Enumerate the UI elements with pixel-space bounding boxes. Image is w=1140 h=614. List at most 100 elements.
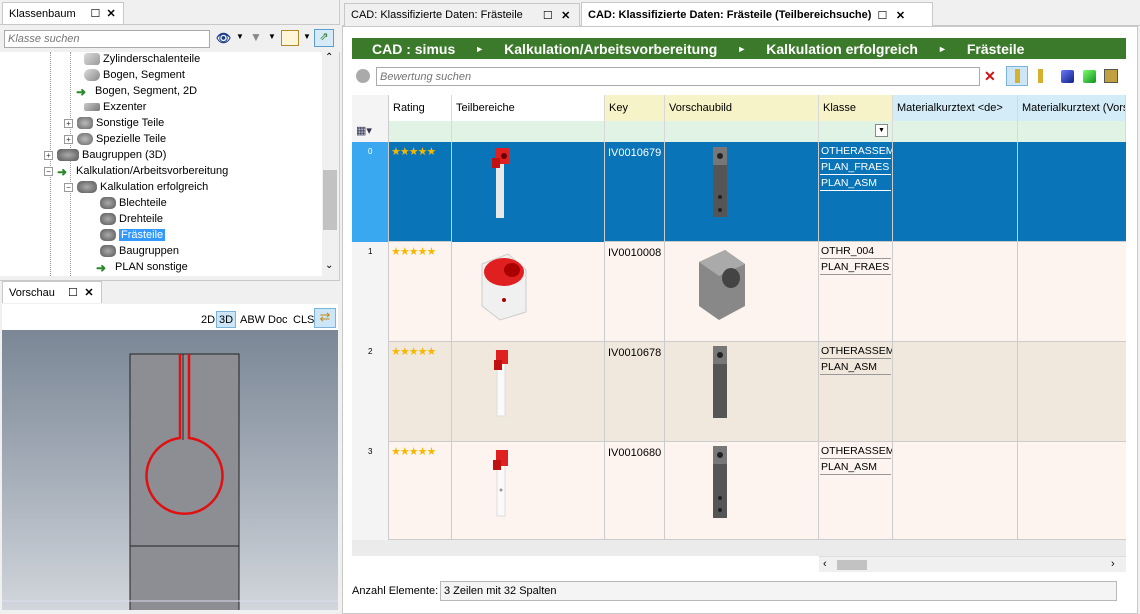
tree-scrollbar[interactable]: ⌃ ⌄ — [322, 52, 338, 276]
rating-icon[interactable] — [356, 69, 370, 83]
rating-cell[interactable]: ★★★★★ — [389, 442, 452, 540]
breadcrumb-item[interactable]: Kalkulation erfolgreich — [746, 41, 938, 57]
tree-item-bogen-segment-2d[interactable]: ➜ Bogen, Segment, 2D — [76, 83, 197, 99]
filter-cell[interactable] — [893, 121, 1018, 142]
tree-item-zylinderschalenteile[interactable]: Zylinderschalenteile — [84, 52, 200, 67]
preview-3d-viewport[interactable] — [2, 330, 338, 614]
scrollbar-thumb[interactable] — [837, 560, 867, 570]
list-view-icon[interactable] — [281, 30, 299, 46]
chevron-down-icon[interactable]: ▼ — [303, 32, 311, 41]
maximize-icon[interactable]: ☐ — [90, 7, 102, 21]
green-square-icon[interactable] — [1083, 70, 1096, 83]
grid-horizontal-scrollbar[interactable]: ‹ › — [819, 556, 1126, 572]
tab-vorschau[interactable]: Vorschau ☐ ✕ — [2, 281, 102, 303]
dropdown-icon[interactable]: ▼ — [875, 124, 888, 137]
key-cell[interactable]: IV0010008 — [605, 242, 665, 342]
scroll-down-icon[interactable]: ⌄ — [325, 260, 333, 271]
filter-icon[interactable]: ▼ — [250, 30, 262, 44]
column-select-icon[interactable] — [1006, 66, 1028, 86]
clear-filter-icon[interactable]: ✕ — [984, 68, 1000, 84]
preview-doc-button[interactable]: Doc — [266, 311, 290, 328]
rating-cell[interactable]: ★★★★★ — [389, 342, 452, 442]
tree-item-spezielle-teile[interactable]: + Spezielle Teile — [64, 131, 166, 147]
tab-fraesteile[interactable]: CAD: Klassifizierte Daten: Frästeile ☐ ✕ — [344, 3, 580, 26]
materialkurztext-cell[interactable] — [893, 442, 1018, 540]
tree-item-plan-sonstige[interactable]: ➜ PLAN sonstige — [96, 259, 188, 275]
column-header-rating[interactable]: Rating — [389, 95, 452, 121]
tree-item-baugruppen-3d[interactable]: + Baugruppen (3D) — [44, 147, 166, 163]
filter-cell[interactable] — [605, 121, 665, 142]
preview-3d-button[interactable]: 3D — [216, 311, 237, 328]
maximize-icon[interactable]: ☐ — [541, 8, 555, 22]
chevron-down-icon[interactable]: ▼ — [236, 32, 244, 41]
tree-item-bogen-segment[interactable]: Bogen, Segment — [84, 67, 185, 83]
key-cell[interactable]: IV0010680 — [605, 442, 665, 540]
klasse-cell[interactable]: OTHR_004 PLAN_FRAES — [819, 242, 893, 342]
tab-fraesteile-teilbereichsuche[interactable]: CAD: Klassifizierte Daten: Frästeile (Te… — [581, 2, 933, 27]
tree-item-baugruppen[interactable]: Baugruppen — [100, 243, 179, 259]
table-row[interactable]: 1 ★★★★★ IV0010008 OTHR_004 PLAN_FRAES — [352, 242, 1126, 342]
filter-cell[interactable]: ▼ — [819, 121, 893, 142]
tree-item-kalkulation-arbeitsvorbereitung[interactable]: − ➜ Kalkulation/Arbeitsvorbereitung — [44, 163, 228, 179]
maximize-icon[interactable]: ☐ — [67, 286, 79, 300]
tree-item-fraesteile[interactable]: Frästeile — [100, 227, 166, 243]
filter-cell[interactable] — [452, 121, 605, 142]
preview-sync-icon[interactable]: ⇄ — [314, 308, 336, 328]
materialkurztext-vors-cell[interactable] — [1018, 142, 1126, 242]
key-cell[interactable]: IV0010678 — [605, 342, 665, 442]
scrollbar-thumb[interactable] — [323, 170, 337, 230]
rating-search-input[interactable] — [376, 67, 980, 86]
filter-cell[interactable] — [665, 121, 819, 142]
filter-cell[interactable] — [1018, 121, 1126, 142]
export-icon[interactable] — [1104, 69, 1118, 83]
blue-square-icon[interactable] — [1061, 70, 1074, 83]
scroll-left-icon[interactable]: ‹ — [823, 558, 827, 570]
tree-item-sonstige-teile[interactable]: + Sonstige Teile — [64, 115, 164, 131]
table-row[interactable]: 0 ★★★★★ IV0010679 OTHERASSEM PLAN_FRAES … — [352, 142, 1126, 242]
materialkurztext-cell[interactable] — [893, 242, 1018, 342]
column-header-materialkurztext-de[interactable]: Materialkurztext <de> — [893, 95, 1018, 121]
close-icon[interactable]: ✕ — [105, 7, 117, 21]
pin-icon[interactable]: ⇗ — [314, 29, 334, 47]
maximize-icon[interactable]: ☐ — [875, 8, 889, 22]
tree-item-kalkulation-erfolgreich[interactable]: − Kalkulation erfolgreich — [64, 179, 208, 195]
materialkurztext-cell[interactable] — [893, 342, 1018, 442]
preview-2d-button[interactable]: 2D — [199, 311, 217, 328]
column-header-teilbereiche[interactable]: Teilbereiche — [452, 95, 605, 121]
key-cell[interactable]: IV0010679 — [605, 142, 665, 242]
column-header-key[interactable]: Key — [605, 95, 665, 121]
table-row[interactable]: 2 ★★★★★ IV0010678 OTHERASSEM PLAN_ASM — [352, 342, 1126, 442]
scroll-right-icon[interactable]: › — [1111, 558, 1115, 570]
preview-cls-button[interactable]: CLS — [291, 311, 316, 328]
expand-icon[interactable]: + — [44, 150, 53, 160]
column-header-klasse[interactable]: Klasse — [819, 95, 893, 121]
close-icon[interactable]: ✕ — [559, 8, 573, 22]
klasse-cell[interactable]: OTHERASSEM PLAN_FRAES PLAN_ASM — [819, 142, 893, 242]
rating-cell[interactable]: ★★★★★ — [389, 142, 452, 242]
grid-settings-icon[interactable]: ▦▾ — [356, 124, 372, 137]
close-icon[interactable]: ✕ — [83, 286, 95, 300]
class-search-input[interactable] — [4, 30, 210, 48]
materialkurztext-cell[interactable] — [893, 142, 1018, 242]
table-row[interactable]: 3 ★★★★★ IV0010680 OTHERASSEM PLAN_ASM — [352, 442, 1126, 540]
klasse-cell[interactable]: OTHERASSEM PLAN_ASM — [819, 442, 893, 540]
column-header-materialkurztext-vors[interactable]: Materialkurztext (Vors — [1018, 95, 1126, 121]
klasse-cell[interactable]: OTHERASSEM PLAN_ASM — [819, 342, 893, 442]
materialkurztext-vors-cell[interactable] — [1018, 342, 1126, 442]
tree-item-blechteile[interactable]: Blechteile — [100, 195, 167, 211]
collapse-icon[interactable]: − — [64, 182, 73, 192]
collapse-icon[interactable]: − — [44, 166, 53, 176]
expand-icon[interactable]: + — [64, 118, 73, 128]
column-resize-icon[interactable] — [1033, 68, 1049, 84]
rating-cell[interactable]: ★★★★★ — [389, 242, 452, 342]
breadcrumb-item[interactable]: CAD : simus — [352, 41, 475, 57]
tab-klassenbaum[interactable]: Klassenbaum ☐ ✕ — [2, 2, 124, 24]
chevron-down-icon[interactable]: ▼ — [268, 32, 276, 41]
column-header-vorschaubild[interactable]: Vorschaubild — [665, 95, 819, 121]
materialkurztext-vors-cell[interactable] — [1018, 442, 1126, 540]
breadcrumb-item[interactable]: Kalkulation/Arbeitsvorbereitung — [484, 41, 737, 57]
tree-item-exzenter[interactable]: Exzenter — [84, 99, 146, 115]
expand-icon[interactable]: + — [64, 134, 73, 144]
close-icon[interactable]: ✕ — [893, 8, 907, 22]
tree-item-drehteile[interactable]: Drehteile — [100, 211, 163, 227]
